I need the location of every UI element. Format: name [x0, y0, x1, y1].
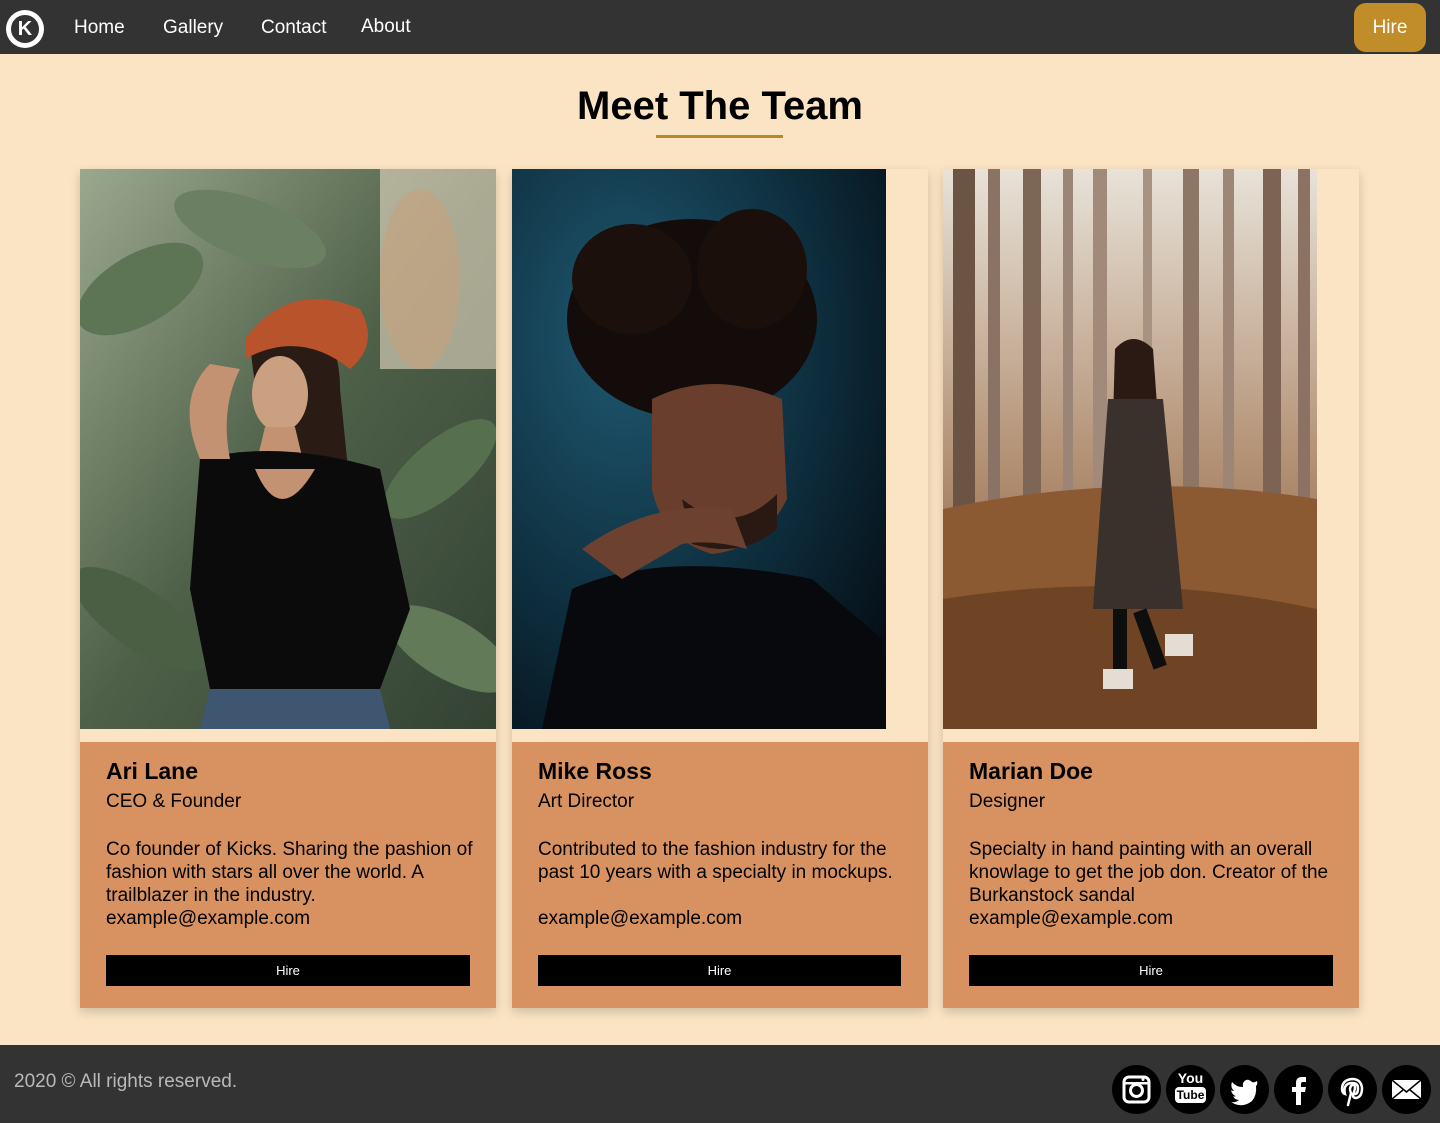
nav-link-home[interactable]: Home: [74, 17, 125, 39]
title-underline: [656, 135, 783, 138]
hire-member-button[interactable]: Hire: [969, 955, 1333, 986]
team-member-photo: [80, 169, 496, 729]
email-icon[interactable]: [1382, 1065, 1431, 1114]
team-card: Ari Lane CEO & Founder Co founder of Kic…: [80, 169, 496, 1008]
logo-icon[interactable]: K: [6, 10, 44, 48]
youtube-icon[interactable]: You Tube: [1166, 1065, 1215, 1114]
team-card-body: Marian Doe Designer Specialty in hand pa…: [943, 742, 1359, 1008]
page-title: Meet The Team: [577, 84, 863, 128]
twitter-icon[interactable]: [1220, 1065, 1269, 1114]
member-name: Mike Ross: [538, 758, 652, 784]
hire-member-button[interactable]: Hire: [538, 955, 901, 986]
member-name: Marian Doe: [969, 758, 1093, 784]
member-name: Ari Lane: [106, 758, 199, 784]
copyright-text: 2020 © All rights reserved.: [14, 1071, 238, 1092]
nav-link-contact[interactable]: Contact: [261, 17, 326, 39]
team-card-body: Ari Lane CEO & Founder Co founder of Kic…: [80, 742, 496, 1008]
member-role: Art Director: [538, 791, 635, 812]
member-email: example@example.com: [969, 908, 1174, 929]
pinterest-icon[interactable]: [1328, 1065, 1377, 1114]
instagram-icon[interactable]: [1112, 1065, 1161, 1114]
hire-member-button[interactable]: Hire: [106, 955, 470, 986]
team-card: Mike Ross Art Director Contributed to th…: [512, 169, 928, 1008]
team-card: Marian Doe Designer Specialty in hand pa…: [943, 169, 1359, 1008]
member-role: CEO & Founder: [106, 791, 242, 812]
member-description: Specialty in hand painting with an overa…: [969, 839, 1329, 906]
member-role: Designer: [969, 791, 1046, 812]
team-card-body: Mike Ross Art Director Contributed to th…: [512, 742, 928, 1008]
youtube-label-bottom: Tube: [1175, 1087, 1206, 1103]
logo-letter: K: [9, 13, 41, 45]
member-email: example@example.com: [538, 908, 743, 929]
youtube-label-top: You: [1177, 1070, 1204, 1086]
member-description: Contributed to the fashion industry for …: [538, 839, 893, 883]
member-description: Co founder of Kicks. Sharing the pashion…: [106, 839, 473, 906]
hire-button[interactable]: Hire: [1354, 3, 1426, 52]
nav-link-about[interactable]: About: [361, 16, 411, 38]
footer: 2020 © All rights reserved. You Tube: [0, 1045, 1440, 1123]
team-member-photo: [512, 169, 886, 729]
member-email: example@example.com: [106, 908, 311, 929]
facebook-icon[interactable]: [1274, 1065, 1323, 1114]
team-member-photo: [943, 169, 1317, 729]
nav-link-gallery[interactable]: Gallery: [163, 17, 223, 39]
top-navbar: K Home Gallery Contact About Hire: [0, 0, 1440, 54]
